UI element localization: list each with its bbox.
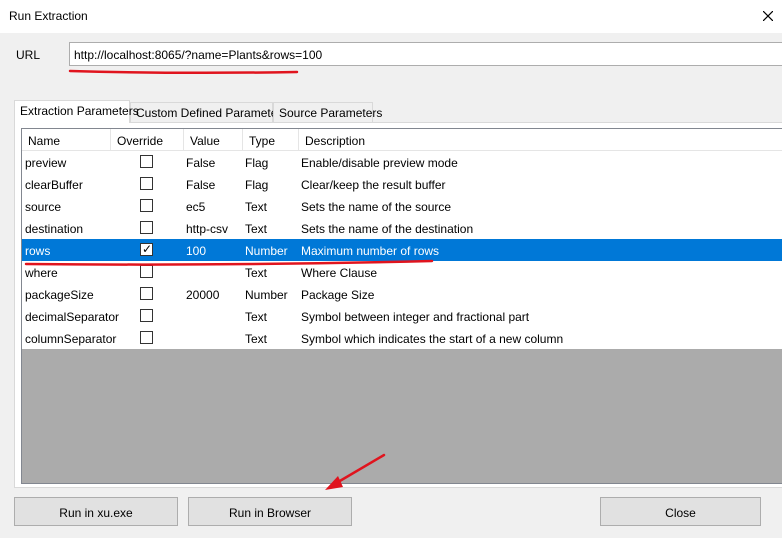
cell-type[interactable]: Text (245, 217, 299, 239)
cell-value[interactable]: ec5 (186, 195, 243, 217)
cell-description[interactable]: Clear/keep the result buffer (301, 173, 781, 195)
cell-description[interactable]: Sets the name of the destination (301, 217, 781, 239)
override-checkbox[interactable] (140, 199, 153, 212)
cell-description[interactable]: Package Size (301, 283, 781, 305)
table-row[interactable]: source ec5 Text Sets the name of the source (22, 195, 782, 217)
cell-type[interactable]: Flag (245, 173, 299, 195)
table-row[interactable]: preview False Flag Enable/disable preview m… (22, 151, 782, 173)
override-checkbox[interactable] (140, 177, 153, 190)
cell-value[interactable] (186, 261, 243, 283)
window-title: Run Extraction (9, 9, 88, 23)
column-header-override[interactable]: Override (111, 129, 184, 151)
cell-name[interactable]: preview (25, 151, 111, 173)
cell-name[interactable]: source (25, 195, 111, 217)
tab-extraction-parameters[interactable]: Extraction Parameters (14, 100, 139, 123)
run-in-xu-button[interactable]: Run in xu.exe (14, 497, 178, 526)
override-checkbox[interactable] (140, 242, 153, 256)
column-header-type[interactable]: Type (243, 129, 299, 151)
url-label: URL (16, 48, 41, 62)
cell-description[interactable]: Maximum number of rows (301, 239, 781, 261)
title-bar: Run Extraction (0, 0, 782, 33)
cell-description[interactable]: Symbol between integer and fractional pa… (301, 305, 781, 327)
cell-type[interactable]: Number (245, 239, 299, 261)
cell-value[interactable]: False (186, 173, 243, 195)
close-button[interactable]: Close (600, 497, 761, 526)
cell-type[interactable]: Text (245, 195, 299, 217)
cell-name[interactable]: decimalSeparator (25, 305, 119, 327)
tab-source-parameters[interactable]: Source Parameters (273, 102, 382, 123)
table-row[interactable]: packageSize 20000 Number Package Size (22, 283, 782, 305)
table-row[interactable]: where Text Where Clause (22, 261, 782, 283)
grid-header: Name Override Value Type Description (22, 129, 782, 151)
cell-name[interactable]: clearBuffer (25, 173, 111, 195)
cell-type[interactable]: Text (245, 261, 299, 283)
run-in-browser-button[interactable]: Run in Browser (188, 497, 352, 526)
cell-type[interactable]: Flag (245, 151, 299, 173)
cell-name[interactable]: where (25, 261, 111, 283)
cell-value[interactable]: False (186, 151, 243, 173)
cell-value[interactable]: 20000 (186, 283, 243, 305)
table-row[interactable]: destination http-csv Text Sets the name of … (22, 217, 782, 239)
column-header-description[interactable]: Description (299, 129, 782, 151)
table-row[interactable]: decimalSeparator Text Symbol between integ… (22, 305, 782, 327)
column-header-value[interactable]: Value (184, 129, 243, 151)
cell-description[interactable]: Where Clause (301, 261, 781, 283)
cell-description[interactable]: Symbol which indicates the start of a ne… (301, 327, 781, 349)
close-icon[interactable] (760, 8, 776, 24)
cell-type[interactable]: Text (245, 305, 299, 327)
cell-description[interactable]: Enable/disable preview mode (301, 151, 781, 173)
cell-description[interactable]: Sets the name of the source (301, 195, 781, 217)
cell-value[interactable]: 100 (186, 239, 243, 261)
override-checkbox[interactable] (140, 309, 153, 322)
cell-name[interactable]: columnSeparator (25, 327, 116, 349)
table-row[interactable]: clearBuffer False Flag Clear/keep the resul… (22, 173, 782, 195)
column-header-name[interactable]: Name (22, 129, 111, 151)
table-row[interactable]: columnSeparator Text Symbol which indicate… (22, 327, 782, 349)
override-checkbox[interactable] (140, 155, 153, 168)
cell-name[interactable]: destination (25, 217, 111, 239)
cell-value[interactable] (186, 327, 243, 349)
url-field[interactable]: http://localhost:8065/?name=Plants&rows=… (69, 42, 782, 66)
grid-rows: preview False Flag Enable/disable preview m… (22, 151, 782, 349)
override-checkbox[interactable] (140, 221, 153, 234)
url-underline (68, 69, 299, 75)
cell-type[interactable]: Text (245, 327, 299, 349)
override-checkbox[interactable] (140, 265, 153, 278)
cell-name[interactable]: rows (25, 239, 111, 261)
override-checkbox[interactable] (140, 287, 153, 300)
override-checkbox[interactable] (140, 331, 153, 344)
parameters-grid: Name Override Value Type Description pre… (21, 128, 782, 484)
cell-type[interactable]: Number (245, 283, 299, 305)
tab-custom-defined-parameters[interactable]: Custom Defined Parameters (130, 102, 287, 123)
cell-value[interactable]: http-csv (186, 217, 243, 239)
cell-name[interactable]: packageSize (25, 283, 111, 305)
cell-value[interactable] (186, 305, 243, 327)
table-row[interactable]: rows 100 Number Maximum number of rows (22, 239, 782, 261)
